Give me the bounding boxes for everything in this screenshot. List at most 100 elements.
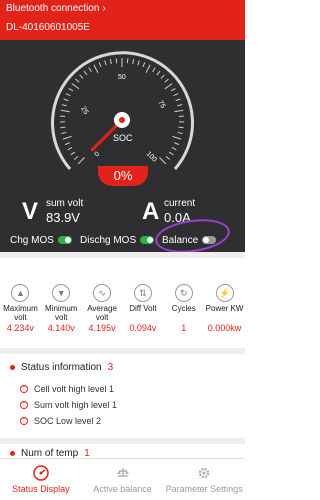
cycle-icon: ↻ — [174, 284, 193, 302]
gauge-tick-mark — [171, 147, 177, 151]
stat-average-volt: ∿ Average volt 4.195v — [82, 284, 123, 344]
stat-value: 0.094v — [129, 323, 157, 333]
dischg-mos-switch[interactable] — [140, 236, 155, 244]
soc-center-label: SOC — [113, 133, 133, 143]
gauge-tick-mark — [61, 104, 67, 107]
gauge-tick-mark — [172, 135, 182, 140]
gauge-tick-mark — [164, 78, 169, 83]
divider — [0, 438, 245, 444]
device-id: DL-40160601005E — [6, 22, 90, 33]
gauge-tick-mark — [178, 126, 184, 129]
gauge-tick-mark — [170, 88, 176, 92]
stat-name: Cycles — [171, 304, 196, 313]
gauge-tick-mark — [60, 109, 70, 113]
gauge-tick-mark — [173, 93, 179, 97]
gauge-tick-mark — [63, 98, 69, 102]
gauge-tick-mark — [77, 157, 85, 165]
gauge-tick-mark — [79, 74, 84, 79]
min-volt-icon: ▼ — [52, 284, 71, 302]
gauge-tick-mark — [67, 147, 73, 151]
warning-icon: ! — [20, 401, 28, 409]
diff-icon: ⇅ — [133, 284, 152, 302]
stat-value: 4.234v — [6, 323, 34, 333]
gauge-tick-mark — [65, 93, 71, 97]
status-title-text: Status information — [21, 362, 102, 373]
bullet-dot-icon — [10, 451, 15, 456]
current-label: current — [164, 198, 196, 209]
soc-percent-badge: 0% — [98, 166, 148, 186]
stat-value: 4.140v — [47, 323, 75, 333]
stat-diff-volt: ⇅ Diff Volt 0.094v — [122, 284, 163, 344]
gauge-tick-mark — [75, 78, 80, 83]
gauge-tick-75: 75 — [156, 100, 166, 110]
gauge-tick-mark — [177, 131, 183, 135]
wave-icon: ∿ — [93, 284, 112, 302]
current-icon: A — [142, 198, 160, 225]
gauge-tick-mark — [132, 59, 135, 65]
gauge-tick-mark — [61, 131, 67, 135]
nav-status-display[interactable]: Status Display — [0, 459, 82, 500]
alert-text: Sum volt high level 1 — [34, 400, 118, 410]
gauge-tick-mark — [60, 126, 66, 129]
dischg-mos-label: Dischg MOS — [80, 234, 137, 246]
gauge-tick-100: 100 — [145, 150, 158, 163]
gauge-tick-mark — [174, 142, 180, 146]
gauge-tick-0: 0 — [93, 151, 101, 159]
bullet-dot-icon — [10, 365, 15, 370]
bluetooth-connection-link[interactable]: Bluetooth connection › — [6, 3, 106, 14]
gauge-tick-mark — [152, 67, 156, 73]
gauge-tick-mark — [160, 74, 165, 79]
status-title: Status information 3 — [10, 362, 113, 373]
app-header: Bluetooth connection › DL-40160601005E — [0, 0, 245, 40]
stat-value: 1 — [181, 323, 187, 333]
alert-item: ! Cell volt high level 1 — [20, 384, 114, 394]
gauge-tick-mark — [156, 70, 161, 76]
gauge-tick-mark — [83, 70, 88, 76]
alert-text: SOC Low level 2 — [34, 416, 102, 426]
gauge-tick-mark — [88, 67, 92, 73]
chg-mos-toggle[interactable]: Chg MOS — [10, 235, 72, 246]
stat-name: Diff Volt — [129, 304, 157, 313]
stat-value: 4.195v — [88, 323, 116, 333]
gauge-tick-mark — [68, 88, 74, 92]
nav-active-balance[interactable]: Active balance — [82, 459, 164, 500]
stat-maximum-volt: ▲ Maximum volt 4.234v — [0, 284, 41, 344]
connection-label: Bluetooth connection — [6, 3, 100, 14]
alert-text: Cell volt high level 1 — [34, 384, 115, 394]
alert-item: ! SOC Low level 2 — [20, 416, 101, 426]
stat-name: Power KW — [205, 304, 244, 313]
gauge-tick-mark — [71, 83, 80, 90]
sum-volt-label: sum volt — [46, 198, 84, 209]
stat-minimum-volt: ▼ Minimum volt 4.140v — [41, 284, 82, 344]
gauge-tick-mark — [145, 64, 151, 74]
gauge-tick-mark — [164, 83, 173, 90]
bottom-navigation: Status Display Active balance Parameter … — [0, 458, 245, 500]
gauge-tick-mark — [165, 155, 171, 160]
gauge-tick-mark — [64, 142, 70, 146]
gauge-tick-mark — [104, 60, 107, 66]
gauge-tick-mark — [73, 155, 79, 160]
chg-mos-switch[interactable] — [57, 236, 72, 244]
gauge-tick-mark — [168, 151, 174, 156]
nav-label: Parameter Settings — [165, 484, 243, 494]
alert-item: ! Sum volt high level 1 — [20, 400, 117, 410]
divider — [0, 252, 245, 258]
stat-name: Maximum volt — [3, 304, 38, 322]
settings-icon — [198, 467, 210, 479]
max-volt-icon: ▲ — [11, 284, 30, 302]
nav-parameter-settings[interactable]: Parameter Settings — [163, 459, 245, 500]
stat-name: Minimum volt — [45, 304, 78, 322]
chg-mos-label: Chg MOS — [10, 234, 54, 246]
dischg-mos-toggle[interactable]: Dischg MOS — [80, 234, 155, 246]
gauge-tick-mark — [137, 60, 140, 66]
gauge-tick-mark — [62, 135, 72, 140]
status-count: 3 — [107, 362, 114, 373]
gauge-tick-mark — [70, 151, 76, 156]
gauge-tick-mark — [142, 62, 146, 68]
sum-volt-value: 83.9V — [46, 210, 80, 225]
chevron-right-icon: › — [102, 3, 106, 14]
voltage-icon: V — [22, 198, 39, 225]
gauge-tick-mark — [109, 59, 112, 65]
stats-row: ▲ Maximum volt 4.234v ▼ Minimum volt 4.1… — [0, 284, 245, 344]
active-balance-icon — [116, 468, 129, 477]
